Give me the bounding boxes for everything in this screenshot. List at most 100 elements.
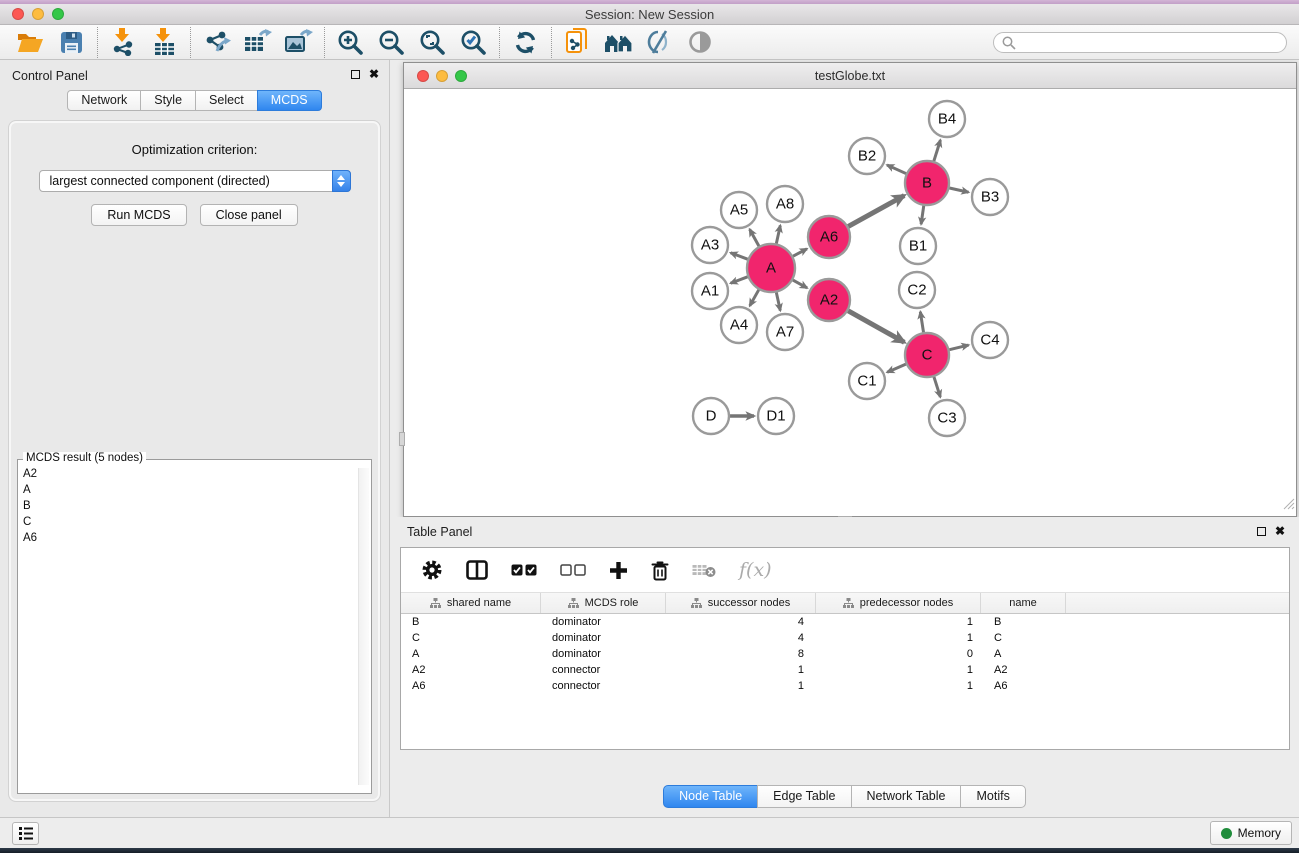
close-window-button[interactable] [12, 8, 24, 20]
table-cell[interactable]: 1 [816, 632, 981, 644]
edge-A-A6[interactable] [793, 249, 807, 256]
table-cell[interactable]: A6 [401, 680, 541, 692]
zoom-window-button[interactable] [52, 8, 64, 20]
edge-A-A8[interactable] [776, 225, 780, 243]
tab-network-table[interactable]: Network Table [851, 785, 962, 808]
table-cell[interactable]: A [981, 648, 1066, 660]
resize-grip-icon[interactable] [1283, 497, 1295, 515]
criterion-dropdown[interactable]: largest connected component (directed) [39, 170, 351, 192]
edge-B-B2[interactable] [887, 165, 906, 174]
table-cell[interactable]: connector [541, 664, 666, 676]
float-panel-icon[interactable] [351, 70, 360, 79]
close-panel-icon[interactable]: ✖ [369, 69, 379, 79]
import-network-icon[interactable] [103, 27, 144, 58]
table-cell[interactable]: 1 [666, 664, 816, 676]
network-minimize-button[interactable] [436, 70, 448, 82]
open-session-icon[interactable] [10, 27, 51, 58]
column-header-name[interactable]: name [981, 593, 1066, 613]
table-cell[interactable]: dominator [541, 616, 666, 628]
table-row[interactable]: Cdominator41C [401, 630, 1289, 646]
edge-A2-C[interactable] [848, 311, 904, 343]
table-cell[interactable]: dominator [541, 648, 666, 660]
add-column-icon[interactable] [609, 561, 628, 580]
table-cell[interactable]: 4 [666, 632, 816, 644]
tab-motifs[interactable]: Motifs [960, 785, 1025, 808]
home-icon[interactable] [598, 27, 639, 58]
edge-A-A4[interactable] [750, 290, 759, 306]
settings-gear-icon[interactable] [421, 559, 443, 581]
close-table-panel-icon[interactable]: ✖ [1275, 526, 1285, 536]
refresh-icon[interactable] [505, 27, 546, 58]
edge-C-C4[interactable] [949, 345, 968, 350]
memory-button[interactable]: Memory [1210, 821, 1292, 845]
table-cell[interactable]: 1 [816, 616, 981, 628]
edge-A-A5[interactable] [750, 229, 759, 246]
clone-network-icon[interactable] [557, 27, 598, 58]
minimize-window-button[interactable] [32, 8, 44, 20]
table-cell[interactable]: 4 [666, 616, 816, 628]
table-cell[interactable]: A6 [981, 680, 1066, 692]
zoom-selected-icon[interactable] [453, 27, 494, 58]
tab-style[interactable]: Style [140, 90, 196, 111]
edge-B-B4[interactable] [934, 140, 941, 161]
export-network-icon[interactable] [196, 27, 237, 58]
edge-A-A2[interactable] [793, 280, 807, 288]
table-cell[interactable]: A2 [401, 664, 541, 676]
column-header-predecessor-nodes[interactable]: predecessor nodes [816, 593, 981, 613]
edge-C-C1[interactable] [887, 364, 906, 372]
search-input[interactable] [993, 32, 1287, 53]
zoom-in-icon[interactable] [330, 27, 371, 58]
table-cell[interactable]: 1 [666, 680, 816, 692]
network-window-titlebar[interactable]: testGlobe.txt [404, 63, 1296, 89]
zoom-out-icon[interactable] [371, 27, 412, 58]
select-all-columns-icon[interactable] [511, 564, 537, 576]
table-row[interactable]: Bdominator41B [401, 614, 1289, 630]
table-cell[interactable]: 1 [816, 664, 981, 676]
table-cell[interactable]: 8 [666, 648, 816, 660]
scrollbar[interactable] [358, 468, 369, 785]
table-cell[interactable]: A2 [981, 664, 1066, 676]
task-history-button[interactable] [12, 822, 39, 845]
table-cell[interactable]: 1 [816, 680, 981, 692]
tab-mcds[interactable]: MCDS [257, 90, 322, 111]
mcds-result-item[interactable]: A2 [23, 466, 371, 482]
column-header-successor-nodes[interactable]: successor nodes [666, 593, 816, 613]
export-table-icon[interactable] [237, 27, 278, 58]
table-cell[interactable]: connector [541, 680, 666, 692]
table-cell[interactable]: dominator [541, 632, 666, 644]
edge-C-C3[interactable] [934, 377, 940, 397]
edge-B-B3[interactable] [949, 188, 968, 192]
export-image-icon[interactable] [278, 27, 319, 58]
import-table-icon[interactable] [144, 27, 185, 58]
splitter-handle[interactable] [399, 432, 405, 446]
table-row[interactable]: Adominator80A [401, 646, 1289, 662]
tab-edge-table[interactable]: Edge Table [757, 785, 851, 808]
table-row[interactable]: A2connector11A2 [401, 662, 1289, 678]
delete-table-icon[interactable] [692, 563, 716, 578]
table-cell[interactable]: 0 [816, 648, 981, 660]
table-cell[interactable]: C [401, 632, 541, 644]
tab-select[interactable]: Select [195, 90, 258, 111]
show-graphics-details-icon[interactable] [680, 27, 721, 58]
column-header-shared-name[interactable]: shared name [401, 593, 541, 613]
function-builder-icon[interactable]: f(x) [739, 559, 772, 581]
run-mcds-button[interactable]: Run MCDS [91, 204, 186, 226]
edge-B-B1[interactable] [921, 206, 924, 224]
edge-A-A3[interactable] [731, 253, 748, 259]
table-cell[interactable]: A [401, 648, 541, 660]
edge-A-A7[interactable] [776, 292, 780, 310]
network-close-button[interactable] [417, 70, 429, 82]
mcds-result-item[interactable]: A [23, 482, 371, 498]
save-session-icon[interactable] [51, 27, 92, 58]
float-table-panel-icon[interactable] [1257, 527, 1266, 536]
network-zoom-button[interactable] [455, 70, 467, 82]
network-canvas[interactable]: B4B2BB3A8A5A6A3B1AC2A1A2A4A7C4CC1C3DD1 [404, 89, 1296, 516]
close-panel-button[interactable]: Close panel [200, 204, 298, 226]
column-view-icon[interactable] [466, 560, 488, 580]
hide-graphics-details-icon[interactable] [639, 27, 680, 58]
tab-node-table[interactable]: Node Table [663, 785, 758, 808]
mcds-result-item[interactable]: A6 [23, 530, 371, 546]
table-cell[interactable]: B [401, 616, 541, 628]
edge-C-C2[interactable] [920, 312, 923, 333]
edge-A-A1[interactable] [731, 277, 748, 283]
